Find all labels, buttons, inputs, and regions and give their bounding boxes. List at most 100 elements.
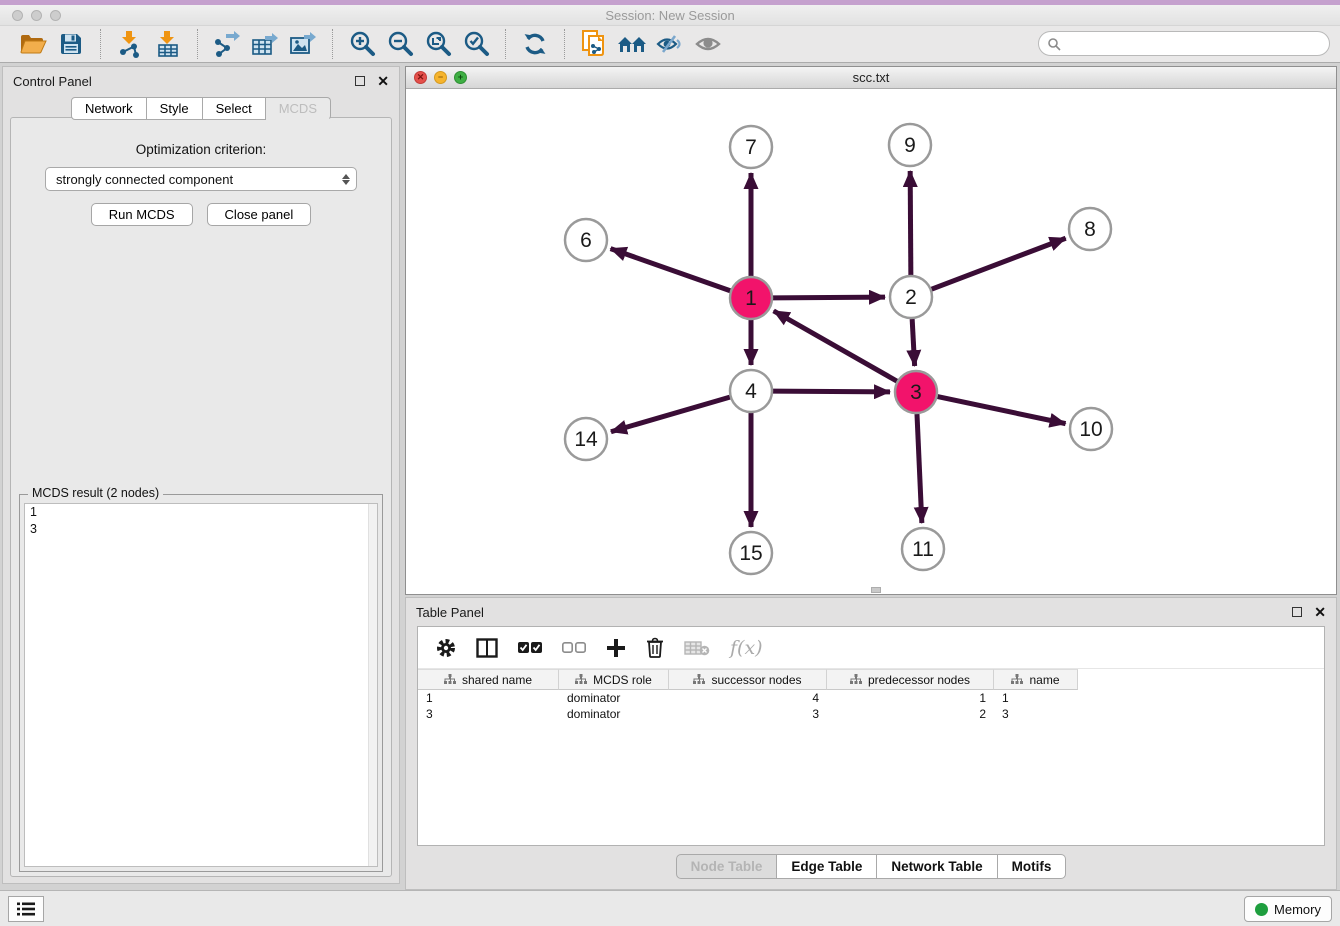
edge-2-9[interactable] xyxy=(910,171,911,275)
node-15[interactable]: 15 xyxy=(730,532,772,574)
close-table-panel-icon[interactable]: ✕ xyxy=(1314,607,1326,617)
search-icon xyxy=(1047,37,1061,51)
node-8[interactable]: 8 xyxy=(1069,208,1111,250)
network-view-window: ✕ − + scc.txt 7 9 6 8 1 2 4 3 14 10 15 11 xyxy=(405,66,1337,595)
trash-icon[interactable] xyxy=(646,637,664,658)
network-window-titlebar[interactable]: ✕ − + scc.txt xyxy=(406,67,1336,89)
network-graph[interactable]: 7 9 6 8 1 2 4 3 14 10 15 11 xyxy=(406,89,1336,595)
open-folder-icon[interactable] xyxy=(14,28,52,60)
table-panel: Table Panel ✕ xyxy=(405,597,1337,890)
edge-4-3[interactable] xyxy=(773,391,890,392)
task-history-button[interactable] xyxy=(8,896,44,922)
node-6[interactable]: 6 xyxy=(565,219,607,261)
run-mcds-button[interactable]: Run MCDS xyxy=(91,203,193,226)
close-panel-icon[interactable]: ✕ xyxy=(377,76,389,86)
edge-3-10[interactable] xyxy=(938,397,1066,424)
network-canvas[interactable]: 7 9 6 8 1 2 4 3 14 10 15 11 xyxy=(406,89,1336,594)
save-icon[interactable] xyxy=(52,28,90,60)
network-window-title: scc.txt xyxy=(406,70,1336,85)
zoom-selected-icon[interactable] xyxy=(457,28,495,60)
edge-4-14[interactable] xyxy=(611,397,730,432)
table-cell[interactable]: 3 xyxy=(994,706,1078,722)
zoom-out-icon[interactable] xyxy=(381,28,419,60)
table-cell[interactable]: dominator xyxy=(559,690,669,706)
svg-text:11: 11 xyxy=(912,538,934,561)
table-row[interactable]: 3dominator323 xyxy=(418,706,1324,722)
refresh-icon[interactable] xyxy=(516,28,554,60)
table-cell[interactable]: 3 xyxy=(418,706,559,722)
canvas-hscroll-thumb[interactable] xyxy=(871,587,881,593)
column-header-MCDS-role[interactable]: MCDS role xyxy=(559,669,669,690)
node-10[interactable]: 10 xyxy=(1070,408,1112,450)
search-input[interactable] xyxy=(1061,37,1329,51)
node-3[interactable]: 3 xyxy=(895,371,937,413)
edge-2-8[interactable] xyxy=(932,238,1066,289)
unchecked-boxes-icon[interactable] xyxy=(562,642,586,654)
tab-edge-table[interactable]: Edge Table xyxy=(777,854,877,879)
column-header-successor-nodes[interactable]: successor nodes xyxy=(669,669,827,690)
table-cell[interactable]: 1 xyxy=(994,690,1078,706)
float-panel-icon[interactable] xyxy=(355,76,365,86)
eye-icon[interactable] xyxy=(689,28,727,60)
clone-network-icon[interactable] xyxy=(575,28,613,60)
float-table-panel-icon[interactable] xyxy=(1292,607,1302,617)
edge-1-6[interactable] xyxy=(611,249,731,291)
zoom-in-icon[interactable] xyxy=(343,28,381,60)
table-cell[interactable]: dominator xyxy=(559,706,669,722)
table-cell[interactable]: 1 xyxy=(827,690,994,706)
node-11[interactable]: 11 xyxy=(902,528,944,570)
delete-table-icon[interactable] xyxy=(684,640,710,656)
node-14[interactable]: 14 xyxy=(565,418,607,460)
tab-mcds[interactable]: MCDS xyxy=(266,97,331,120)
checked-boxes-icon[interactable] xyxy=(518,642,542,654)
node-1[interactable]: 1 xyxy=(730,277,772,319)
double-house-icon[interactable] xyxy=(613,28,651,60)
edge-1-2[interactable] xyxy=(773,297,885,298)
mcds-result-list[interactable]: 13 xyxy=(24,503,378,867)
session-title: Session: New Session xyxy=(0,8,1340,23)
optimization-criterion-select[interactable]: strongly connected component xyxy=(45,167,357,191)
node-4[interactable]: 4 xyxy=(730,370,772,412)
edge-2-3[interactable] xyxy=(912,319,914,366)
node-7[interactable]: 7 xyxy=(730,126,772,168)
table-cell[interactable]: 2 xyxy=(827,706,994,722)
column-header-name[interactable]: name xyxy=(994,669,1078,690)
table-row[interactable]: 1dominator411 xyxy=(418,690,1324,706)
table-cell[interactable]: 4 xyxy=(669,690,827,706)
table-toolbar: f(x) xyxy=(418,627,1324,669)
svg-text:14: 14 xyxy=(574,428,598,451)
column-header-shared-name[interactable]: shared name xyxy=(418,669,559,690)
node-9[interactable]: 9 xyxy=(889,124,931,166)
memory-button[interactable]: Memory xyxy=(1244,896,1332,922)
gear-icon[interactable] xyxy=(436,638,456,658)
export-table-icon[interactable] xyxy=(246,28,284,60)
tab-style[interactable]: Style xyxy=(147,97,203,120)
column-header-predecessor-nodes[interactable]: predecessor nodes xyxy=(827,669,994,690)
table-cell[interactable]: 3 xyxy=(669,706,827,722)
export-image-icon[interactable] xyxy=(284,28,322,60)
table-cell[interactable]: 1 xyxy=(418,690,559,706)
result-scrollbar[interactable] xyxy=(368,504,377,866)
export-network-icon[interactable] xyxy=(208,28,246,60)
main-toolbar xyxy=(0,26,1340,63)
edge-3-11[interactable] xyxy=(917,414,922,523)
import-table-icon[interactable] xyxy=(149,28,187,60)
memory-label: Memory xyxy=(1274,902,1321,917)
hide-eye-icon[interactable] xyxy=(651,28,689,60)
tab-motifs[interactable]: Motifs xyxy=(998,854,1067,879)
control-panel-title: Control Panel xyxy=(13,74,92,89)
plus-icon[interactable] xyxy=(606,638,626,658)
close-panel-button[interactable]: Close panel xyxy=(207,203,312,226)
tab-node-table[interactable]: Node Table xyxy=(676,854,778,879)
tab-network[interactable]: Network xyxy=(71,97,147,120)
tab-select[interactable]: Select xyxy=(203,97,266,120)
zoom-fit-icon[interactable] xyxy=(419,28,457,60)
columns-icon[interactable] xyxy=(476,638,498,658)
import-network-icon[interactable] xyxy=(111,28,149,60)
node-2[interactable]: 2 xyxy=(890,276,932,318)
column-header-filler xyxy=(1078,669,1324,690)
edge-3-1[interactable] xyxy=(774,311,897,381)
function-icon[interactable]: f(x) xyxy=(730,637,763,659)
search-box[interactable] xyxy=(1038,31,1330,56)
tab-network-table[interactable]: Network Table xyxy=(877,854,997,879)
